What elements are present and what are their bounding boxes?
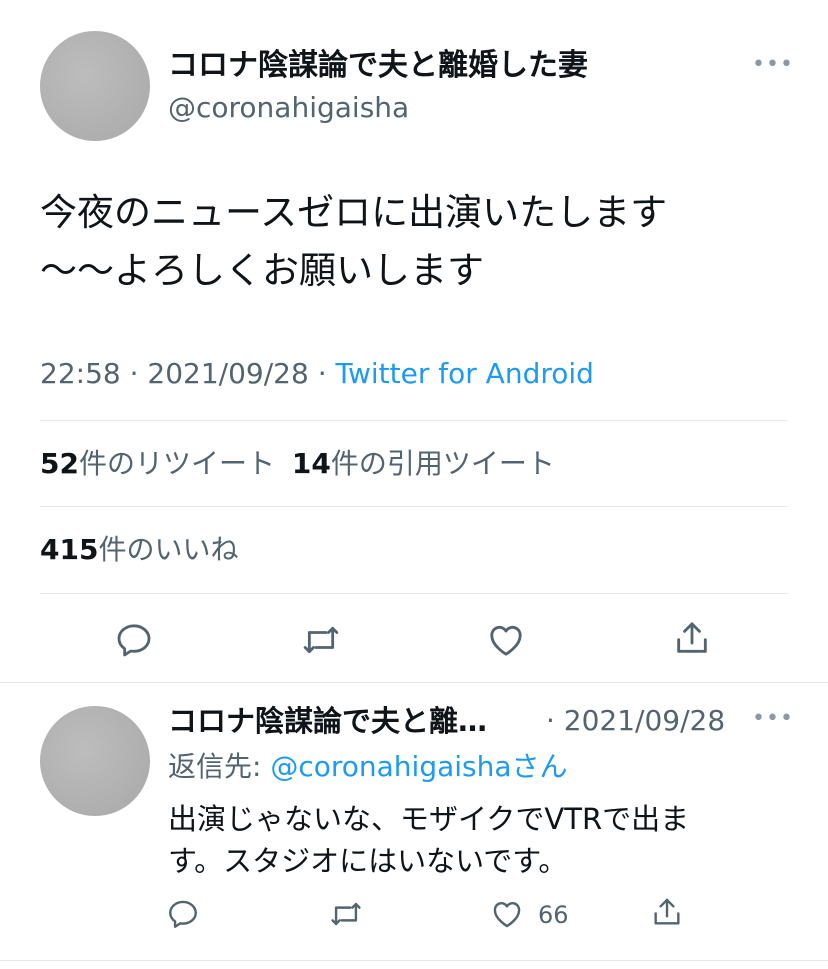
more-options-icon[interactable]: ••• — [752, 52, 794, 77]
avatar[interactable] — [40, 31, 150, 141]
replying-to-handle[interactable]: @coronahigaisha — [270, 750, 511, 783]
share-icon[interactable] — [672, 618, 712, 658]
reply-icon[interactable] — [166, 897, 200, 931]
section-divider — [0, 960, 828, 961]
reply-icon[interactable] — [114, 620, 154, 660]
quotes-label: 件の引用ツイート — [330, 447, 555, 480]
reply-text-line2: す。スタジオにはいないです。 — [168, 844, 568, 878]
retweet-icon[interactable] — [300, 620, 342, 660]
replying-to-prefix: 返信先: — [168, 750, 271, 783]
handle[interactable]: @coronahigaisha — [168, 90, 409, 126]
retweets-label: 件のリツイート — [78, 447, 275, 480]
divider — [40, 506, 788, 507]
tweet-meta: 22:58 · 2021/09/28 · Twitter for Android — [40, 354, 594, 394]
section-divider — [0, 682, 828, 683]
heart-icon[interactable] — [486, 620, 526, 660]
replying-to: 返信先: @coronahigaishaさん — [168, 748, 568, 786]
quotes-count: 14 — [291, 447, 331, 480]
tweet-time: 22:58 — [40, 357, 121, 390]
retweet-icon[interactable] — [328, 897, 364, 931]
reply-text-line1: 出演じゃないな、モザイクでVTRで出ま — [168, 802, 690, 836]
avatar[interactable] — [40, 706, 150, 816]
likes-label: 件のいいね — [98, 533, 239, 566]
tweet-date: 2021/09/28 — [147, 357, 309, 390]
reply-date[interactable]: · 2021/09/28 — [546, 702, 725, 740]
retweets-stat[interactable]: 52件のリツイート — [40, 447, 275, 480]
retweets-count: 52 — [40, 447, 79, 480]
heart-icon[interactable] — [490, 897, 524, 931]
divider — [40, 420, 788, 421]
share-icon[interactable] — [650, 895, 684, 929]
quotes-stat[interactable]: 14件の引用ツイート — [292, 447, 555, 480]
replying-to-suffix: さん — [511, 750, 568, 783]
tweet-text-line2: 〜〜よろしくお願いします — [40, 249, 484, 292]
retweet-quote-stats: 52件のリツイート 14件の引用ツイート — [40, 444, 555, 484]
reply-display-name[interactable]: コロナ陰謀論で夫と離… — [168, 702, 487, 740]
meta-separator: · — [317, 357, 327, 390]
tweet-text-line1: 今夜のニュースゼロに出演いたします — [40, 191, 668, 234]
display-name[interactable]: コロナ陰謀論で夫と離婚した妻 — [168, 46, 588, 86]
more-options-icon[interactable]: ••• — [752, 706, 794, 731]
likes-stat[interactable]: 415件のいいね — [40, 530, 238, 570]
divider — [40, 593, 788, 594]
like-count: 66 — [538, 901, 569, 929]
meta-separator: · — [129, 357, 139, 390]
likes-count: 415 — [40, 533, 99, 566]
tweet-source-link[interactable]: Twitter for Android — [336, 357, 594, 390]
